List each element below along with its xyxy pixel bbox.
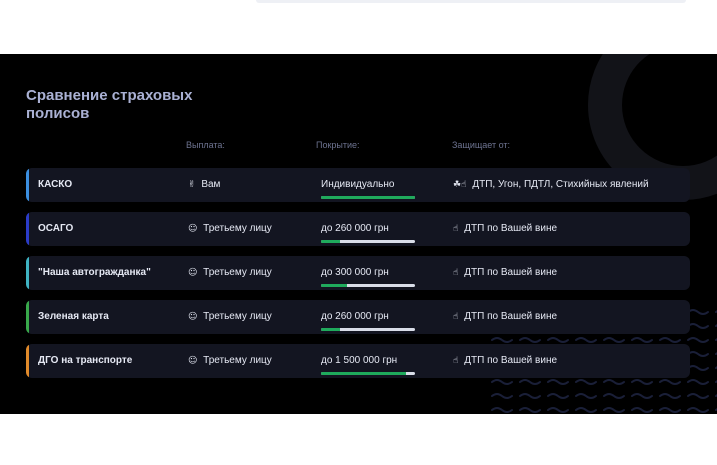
payout-cell: ☺ Третьему лицу [188,344,272,378]
column-header-payout: Выплата: [186,140,225,150]
wave-stroke [575,393,597,399]
policy-name: ОСАГО [38,223,74,234]
wave-stroke [659,379,681,385]
protects-emoji-icon: ☘☝ [453,180,467,190]
wave-stroke [659,337,681,343]
wave-stroke [631,407,653,413]
policy-name: Зеленая карта [38,311,109,322]
wave-stroke [491,337,513,343]
insurance-comparison-section: Сравнение страховых полисов Выплата: Пок… [0,54,717,414]
wave-stroke [687,393,709,399]
coverage-bar-fill [321,284,348,287]
section-title: Сравнение страховых полисов [26,87,193,122]
payout-emoji-icon: ☺ [188,268,198,278]
row-accent [26,300,29,334]
payout-cell: ✌ Вам [188,168,220,202]
payout-cell: ☺ Третьему лицу [188,300,272,334]
wave-stroke [659,393,681,399]
wave-stroke [519,407,541,413]
protects-value: ДТП по Вашей вине [464,311,558,322]
wave-stroke [575,337,597,343]
policy-row[interactable]: "Наша автогражданка" ☺ Третьему лицу до … [26,256,690,290]
wave-stroke [687,323,709,329]
wave-stroke [547,407,569,413]
coverage-bar-fill [321,240,340,243]
payout-emoji-icon: ✌ [188,180,196,190]
policy-row[interactable]: КАСКО ✌ Вам Индивидуально ☘☝ ДТП, Угон, … [26,168,690,202]
protects-emoji-icon: ☝ [453,268,459,278]
coverage-bar-fill [321,328,340,331]
wave-stroke [631,337,653,343]
wave-stroke [687,351,709,357]
wave-stroke [519,379,541,385]
wave-stroke [575,379,597,385]
wave-stroke [491,407,513,413]
column-header-coverage: Покрытие: [316,140,360,150]
wave-stroke [659,407,681,413]
policy-row[interactable]: ДГО на транспорте ☺ Третьему лицу до 1 5… [26,344,690,378]
protects-value: ДТП по Вашей вине [464,223,558,234]
protects-value: ДТП по Вашей вине [464,267,558,278]
policy-name: ДГО на транспорте [38,355,133,366]
protects-value: ДТП по Вашей вине [464,355,558,366]
payout-cell: ☺ Третьему лицу [188,256,272,290]
payout-emoji-icon: ☺ [188,356,198,366]
row-accent [26,256,29,290]
bottom-white-area [0,414,717,465]
payout-emoji-icon: ☺ [188,224,198,234]
payout-emoji-icon: ☺ [188,312,198,322]
policy-row[interactable]: ОСАГО ☺ Третьему лицу до 260 000 грн ☝ Д… [26,212,690,246]
coverage-bar-fill [321,196,415,199]
top-divider [256,0,686,3]
policy-row[interactable]: Зеленая карта ☺ Третьему лицу до 260 000… [26,300,690,334]
coverage-bar-fill [321,372,406,375]
wave-stroke [491,379,513,385]
payout-value: Третьему лицу [203,311,272,322]
protects-emoji-icon: ☝ [453,224,459,234]
protects-cell: ☝ ДТП по Вашей вине [453,256,557,290]
coverage-bar [321,240,415,243]
coverage-bar [321,372,415,375]
coverage-bar [321,328,415,331]
policy-name: КАСКО [38,179,73,190]
wave-stroke [687,407,709,413]
payout-value: Третьему лицу [203,267,272,278]
protects-cell: ☘☝ ДТП, Угон, ПДТЛ, Стихийных явлений [453,168,649,202]
wave-stroke [631,379,653,385]
wave-stroke [687,365,709,371]
protects-cell: ☝ ДТП по Вашей вине [453,344,557,378]
wave-stroke [547,379,569,385]
wave-stroke [687,309,709,315]
wave-stroke [575,407,597,413]
wave-stroke [547,393,569,399]
coverage-bar [321,284,415,287]
coverage-bar [321,196,415,199]
wave-stroke [519,337,541,343]
payout-value: Вам [201,179,221,190]
wave-stroke [491,393,513,399]
row-accent [26,168,29,202]
wave-stroke [603,407,625,413]
wave-stroke [603,337,625,343]
protects-emoji-icon: ☝ [453,312,459,322]
policy-name: "Наша автогражданка" [38,267,151,278]
payout-cell: ☺ Третьему лицу [188,212,272,246]
top-white-area [0,0,717,54]
payout-value: Третьему лицу [203,355,272,366]
wave-stroke [547,337,569,343]
payout-value: Третьему лицу [203,223,272,234]
protects-emoji-icon: ☝ [453,356,459,366]
wave-stroke [631,393,653,399]
wave-stroke [687,337,709,343]
wave-stroke [603,379,625,385]
wave-stroke [519,393,541,399]
row-accent [26,212,29,246]
row-accent [26,344,29,378]
wave-stroke [687,379,709,385]
protects-cell: ☝ ДТП по Вашей вине [453,212,557,246]
protects-cell: ☝ ДТП по Вашей вине [453,300,557,334]
protects-value: ДТП, Угон, ПДТЛ, Стихийных явлений [472,179,649,190]
column-header-protects: Защищает от: [452,140,511,150]
wave-stroke [603,393,625,399]
